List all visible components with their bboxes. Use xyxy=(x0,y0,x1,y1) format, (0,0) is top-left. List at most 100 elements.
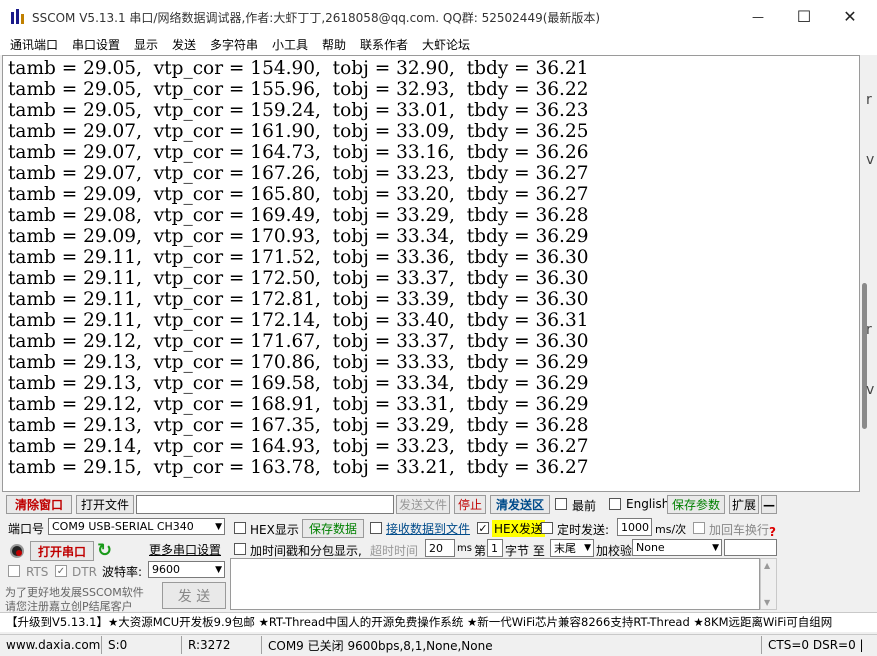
add-crlf-checkbox[interactable] xyxy=(693,522,705,534)
refresh-icon[interactable]: ↻ xyxy=(97,540,112,561)
scroll-up-icon[interactable]: ▲ xyxy=(764,561,770,570)
interval-value: 1000 xyxy=(621,520,649,534)
recv-to-file-label[interactable]: 接收数据到文件 xyxy=(386,520,470,537)
output-line: tamb = 29.11, vtp_cor = 172.81, tobj = 3… xyxy=(8,289,589,310)
clear-send-button[interactable]: 清发送区 xyxy=(490,495,550,514)
checksum-select[interactable]: None ▼ xyxy=(632,539,722,556)
topmost-checkbox[interactable] xyxy=(555,498,567,510)
close-button[interactable]: ✕ xyxy=(827,0,873,33)
open-port-label: 打开串口 xyxy=(37,544,86,559)
port-select[interactable]: COM9 USB-SERIAL CH340 ▼ xyxy=(48,518,225,535)
collapse-button[interactable]: — xyxy=(761,495,777,514)
save-data-button[interactable]: 保存数据 xyxy=(302,519,364,538)
send-textarea[interactable] xyxy=(230,558,760,610)
output-line: tamb = 29.11, vtp_cor = 172.14, tobj = 3… xyxy=(8,310,589,331)
output-line: tamb = 29.13, vtp_cor = 170.86, tobj = 3… xyxy=(8,352,589,373)
hex-display-checkbox[interactable] xyxy=(234,522,246,534)
help-icon[interactable]: ? xyxy=(769,525,776,539)
receive-output[interactable]: tamb = 29.05, vtp_cor = 154.90, tobj = 3… xyxy=(2,55,860,492)
expand-label: 扩展 xyxy=(731,498,756,512)
send-file-button[interactable]: 发送文件 xyxy=(396,495,450,514)
scroll-down-icon[interactable]: ▼ xyxy=(764,598,770,607)
rts-checkbox[interactable] xyxy=(8,565,20,577)
send-button-label: 发 送 xyxy=(177,588,211,605)
timestamp-checkbox[interactable] xyxy=(234,543,246,555)
side-mark: v xyxy=(866,382,875,398)
timeout-value: 20 xyxy=(429,541,443,555)
checksum-value: None xyxy=(636,541,665,554)
send-file-label: 发送文件 xyxy=(398,498,447,512)
chevron-down-icon: ▼ xyxy=(215,565,222,575)
menu-comm-port[interactable]: 通讯端口 xyxy=(10,36,58,53)
file-path-input[interactable] xyxy=(136,495,394,514)
end-value: 末尾 xyxy=(554,542,576,555)
output-line: tamb = 29.12, vtp_cor = 168.91, tobj = 3… xyxy=(8,394,589,415)
output-line: tamb = 29.08, vtp_cor = 169.49, tobj = 3… xyxy=(8,205,589,226)
dtr-checkbox[interactable]: ✓ xyxy=(55,565,67,577)
menu-forum[interactable]: 大虾论坛 xyxy=(422,36,470,53)
interval-unit: ms/次 xyxy=(655,523,687,536)
minimize-button[interactable]: — xyxy=(735,0,781,33)
menu-send[interactable]: 发送 xyxy=(172,36,196,53)
menu-tools[interactable]: 小工具 xyxy=(272,36,308,53)
output-line: tamb = 29.07, vtp_cor = 167.26, tobj = 3… xyxy=(8,163,589,184)
timeout-label: 超时时间 xyxy=(370,544,419,558)
status-received: R:3272 xyxy=(184,636,262,654)
port-status-icon xyxy=(10,544,24,558)
byte-to-label: 字节 至 xyxy=(505,544,545,558)
stop-label: 停止 xyxy=(457,498,482,512)
window-title: SSCOM V5.13.1 串口/网络数据调试器,作者:大虾丁丁,2618058… xyxy=(32,11,601,25)
nth-value: 1 xyxy=(491,541,498,555)
menu-contact-author[interactable]: 联系作者 xyxy=(360,36,408,53)
output-line: tamb = 29.13, vtp_cor = 169.58, tobj = 3… xyxy=(8,373,589,394)
chevron-down-icon: ▼ xyxy=(215,522,222,532)
chevron-down-icon: ▼ xyxy=(712,543,719,553)
expand-button[interactable]: 扩展 xyxy=(729,495,759,514)
extra-input[interactable] xyxy=(724,539,777,556)
chevron-down-icon: ▼ xyxy=(584,543,591,553)
nth-label: 第 xyxy=(474,544,487,558)
menu-help[interactable]: 帮助 xyxy=(322,36,346,53)
timeout-unit: ms xyxy=(457,543,472,554)
hex-send-checkbox[interactable]: ✓ xyxy=(477,522,489,535)
end-select[interactable]: 末尾 ▼ xyxy=(550,539,594,557)
stop-button[interactable]: 停止 xyxy=(454,495,486,514)
clear-window-button[interactable]: 清除窗口 xyxy=(6,495,72,514)
save-params-label: 保存参数 xyxy=(671,498,720,512)
baud-select[interactable]: 9600 ▼ xyxy=(148,561,225,578)
dtr-label: DTR xyxy=(72,565,97,579)
maximize-button[interactable]: ☐ xyxy=(781,0,827,33)
output-line: tamb = 29.07, vtp_cor = 164.73, tobj = 3… xyxy=(8,142,589,163)
menu-display[interactable]: 显示 xyxy=(134,36,158,53)
close-icon: ✕ xyxy=(843,7,857,26)
output-line: tamb = 29.13, vtp_cor = 167.35, tobj = 3… xyxy=(8,415,589,436)
maximize-icon: ☐ xyxy=(796,7,812,26)
interval-input[interactable]: 1000 xyxy=(617,518,652,536)
ad-banner-text[interactable]: 【升级到V5.13.1】★大资源MCU开发板9.9包邮 ★RT-Thread中国… xyxy=(6,614,832,630)
menu-serial-settings[interactable]: 串口设置 xyxy=(72,36,120,53)
send-button[interactable]: 发 送 xyxy=(162,582,226,609)
menu-multi-string[interactable]: 多字符串 xyxy=(210,36,258,53)
open-port-button[interactable]: 打开串口 xyxy=(30,541,94,561)
collapse-icon: — xyxy=(763,497,775,512)
recv-to-file-checkbox[interactable] xyxy=(370,522,382,534)
open-file-button[interactable]: 打开文件 xyxy=(76,495,134,514)
send-scrollbar[interactable]: ▲ ▼ xyxy=(760,558,777,610)
more-settings-link[interactable]: 更多串口设置 xyxy=(149,541,221,558)
hex-send-label: HEX发送 xyxy=(492,520,545,537)
checksum-label: 加校验 xyxy=(596,544,633,558)
english-checkbox[interactable] xyxy=(609,498,621,510)
output-scrollbar-thumb[interactable] xyxy=(862,283,867,429)
output-line: tamb = 29.11, vtp_cor = 171.52, tobj = 3… xyxy=(8,247,589,268)
status-website[interactable]: www.daxia.com xyxy=(2,636,102,654)
timestamp-label: 加时间戳和分包显示, xyxy=(250,544,362,558)
timed-send-checkbox[interactable] xyxy=(541,522,553,534)
status-sent: S:0 xyxy=(104,636,182,654)
side-mark: r xyxy=(866,92,872,108)
add-crlf-label: 加回车换行 xyxy=(709,523,770,537)
clear-window-label: 清除窗口 xyxy=(14,498,63,512)
save-params-button[interactable]: 保存参数 xyxy=(667,495,725,514)
output-line: tamb = 29.05, vtp_cor = 154.90, tobj = 3… xyxy=(8,58,589,79)
timeout-input[interactable]: 20 xyxy=(425,539,455,557)
nth-input[interactable]: 1 xyxy=(487,539,503,557)
